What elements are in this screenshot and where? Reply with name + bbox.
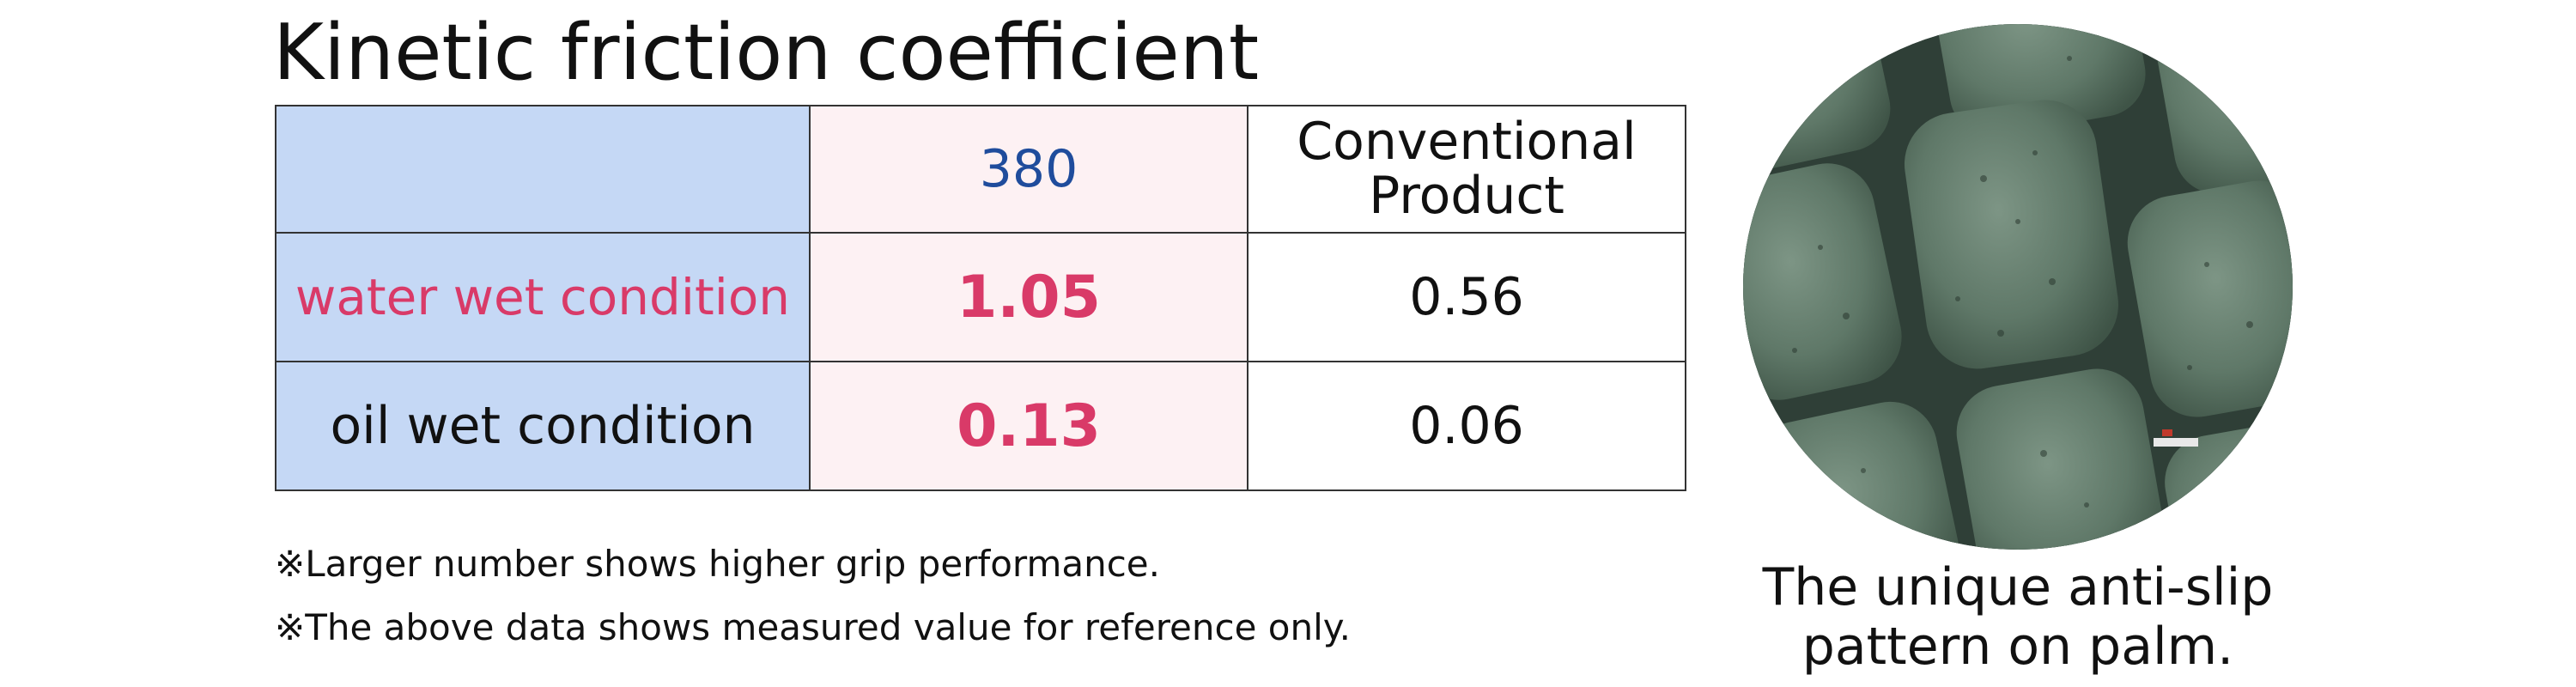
- value-380-oil: 0.13: [809, 361, 1249, 491]
- row-label-water: water wet condition: [275, 232, 811, 362]
- column-header-380: 380: [809, 105, 1249, 234]
- footnote-reference: ※The above data shows measured value for…: [275, 606, 1351, 648]
- table-header-row: 380 Conventional Product: [275, 105, 1686, 234]
- footnote-grip: ※Larger number shows higher grip perform…: [275, 543, 1160, 585]
- column-header-conventional: Conventional Product: [1247, 105, 1686, 234]
- value-380-water: 1.05: [809, 232, 1249, 362]
- column-header-conventional-text: Conventional Product: [1297, 112, 1637, 226]
- pattern-caption: The unique anti-slip pattern on palm.: [1762, 557, 2274, 677]
- value-conventional-oil: 0.06: [1247, 361, 1686, 491]
- table-row: water wet condition 1.05 0.56: [275, 232, 1686, 362]
- value-conventional-water: 0.56: [1247, 232, 1686, 362]
- page-title: Kinetic friction coefficient: [273, 8, 1260, 98]
- table-row: oil wet condition 0.13 0.06: [275, 361, 1686, 491]
- palm-pattern-image: [1743, 24, 2293, 550]
- table-corner-cell: [275, 105, 811, 234]
- row-label-oil: oil wet condition: [275, 361, 811, 491]
- anti-slip-pattern-icon: [1743, 24, 2293, 550]
- friction-table: 380 Conventional Product water wet condi…: [275, 105, 1686, 491]
